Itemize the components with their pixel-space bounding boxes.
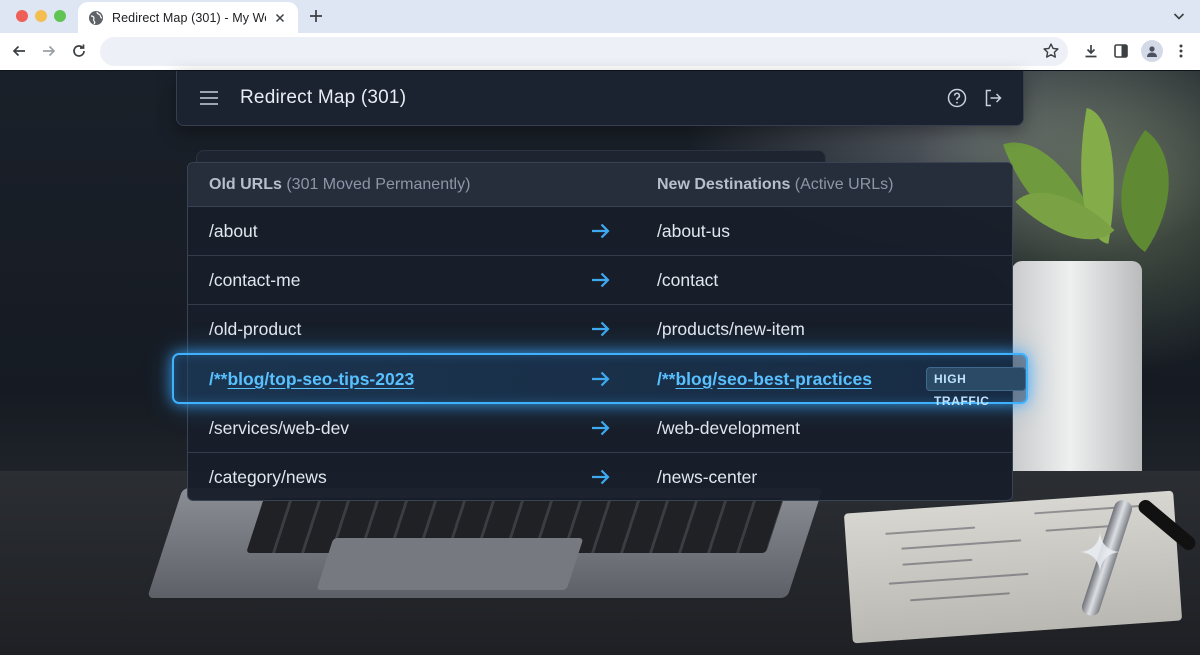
profile-icon[interactable] (1141, 40, 1163, 62)
new-url: /contact (657, 270, 719, 290)
handwriting-line (885, 526, 976, 535)
new-url: /products/new-item (657, 319, 805, 339)
old-url: /contact-me (209, 270, 301, 290)
logout-icon[interactable] (983, 88, 1003, 108)
laptop-trackpad (316, 538, 584, 590)
arrow-right-icon (592, 272, 610, 288)
app-header: Redirect Map (301) (176, 71, 1024, 126)
arrow-right-icon (592, 420, 610, 436)
back-arrow-icon[interactable] (10, 42, 28, 60)
minimize-window-button[interactable] (35, 10, 47, 22)
notebook (843, 490, 1183, 644)
handwriting-line (888, 572, 1029, 585)
kebab-menu-icon[interactable] (1172, 42, 1190, 60)
arrow-right-icon (592, 321, 610, 337)
globe-icon (89, 10, 103, 25)
forward-arrow-icon[interactable] (40, 42, 58, 60)
maximize-window-button[interactable] (54, 10, 66, 22)
arrow-right-icon (592, 371, 610, 387)
old-url: /services/web-dev (209, 418, 350, 438)
handwriting-line (901, 539, 1022, 550)
new-url: /news-center (657, 467, 758, 487)
handwriting-line (902, 558, 973, 566)
new-url-link[interactable]: /**blog/seo-best-practices (657, 369, 872, 390)
column-header-new: New Destinations (Active URLs) (657, 176, 894, 193)
table-row[interactable]: /contact-me /contact (188, 256, 1012, 305)
table-row[interactable]: /old-product /products/new-item (188, 305, 1012, 354)
table-row[interactable]: /category/news /news-center (188, 453, 1012, 502)
tab-title: Redirect Map (301) - My Website (112, 10, 266, 25)
address-bar[interactable] (100, 37, 1068, 66)
reload-icon[interactable] (70, 42, 88, 60)
table-row-highlighted[interactable]: /**blog/top-seo-tips-2023 /**blog/seo-be… (172, 353, 1028, 408)
plus-icon[interactable] (306, 6, 326, 26)
browser-toolbar (0, 33, 1200, 70)
table-header: Old URLs (301 Moved Permanently) New Des… (188, 163, 1012, 207)
new-url: /about-us (657, 221, 730, 241)
page-title: Redirect Map (301) (240, 87, 407, 108)
close-window-button[interactable] (16, 10, 28, 22)
help-icon[interactable] (947, 88, 967, 108)
star-icon[interactable] (1042, 42, 1060, 60)
browser-tab[interactable]: Redirect Map (301) - My Website (78, 2, 298, 33)
table-row[interactable]: /about /about-us (188, 207, 1012, 256)
old-url-link[interactable]: /**blog/top-seo-tips-2023 (209, 369, 414, 390)
high-traffic-badge: HIGH TRAFFIC (926, 367, 1026, 408)
address-input[interactable] (114, 37, 1014, 66)
new-url: /web-development (657, 418, 800, 438)
hamburger-menu-icon[interactable] (199, 88, 219, 108)
table-row[interactable]: /services/web-dev /web-development (188, 404, 1012, 453)
old-url: /category/news (209, 467, 327, 487)
sparkle-icon (1080, 532, 1120, 572)
download-icon[interactable] (1082, 42, 1100, 60)
arrow-right-icon (592, 223, 610, 239)
sidebar-icon[interactable] (1112, 42, 1130, 60)
handwriting-line (909, 592, 1010, 602)
redirect-table: Old URLs (301 Moved Permanently) New Des… (172, 162, 1028, 502)
person-icon (1147, 46, 1157, 57)
old-url: /old-product (209, 319, 302, 339)
close-icon[interactable] (272, 10, 288, 26)
chevron-down-icon[interactable] (1172, 9, 1186, 23)
arrow-right-icon (592, 469, 610, 485)
tab-strip: Redirect Map (301) - My Website (0, 0, 1200, 33)
column-header-old: Old URLs (301 Moved Permanently) (209, 176, 471, 193)
browser-chrome: Redirect Map (301) - My Website (0, 0, 1200, 70)
old-url: /about (209, 221, 258, 241)
